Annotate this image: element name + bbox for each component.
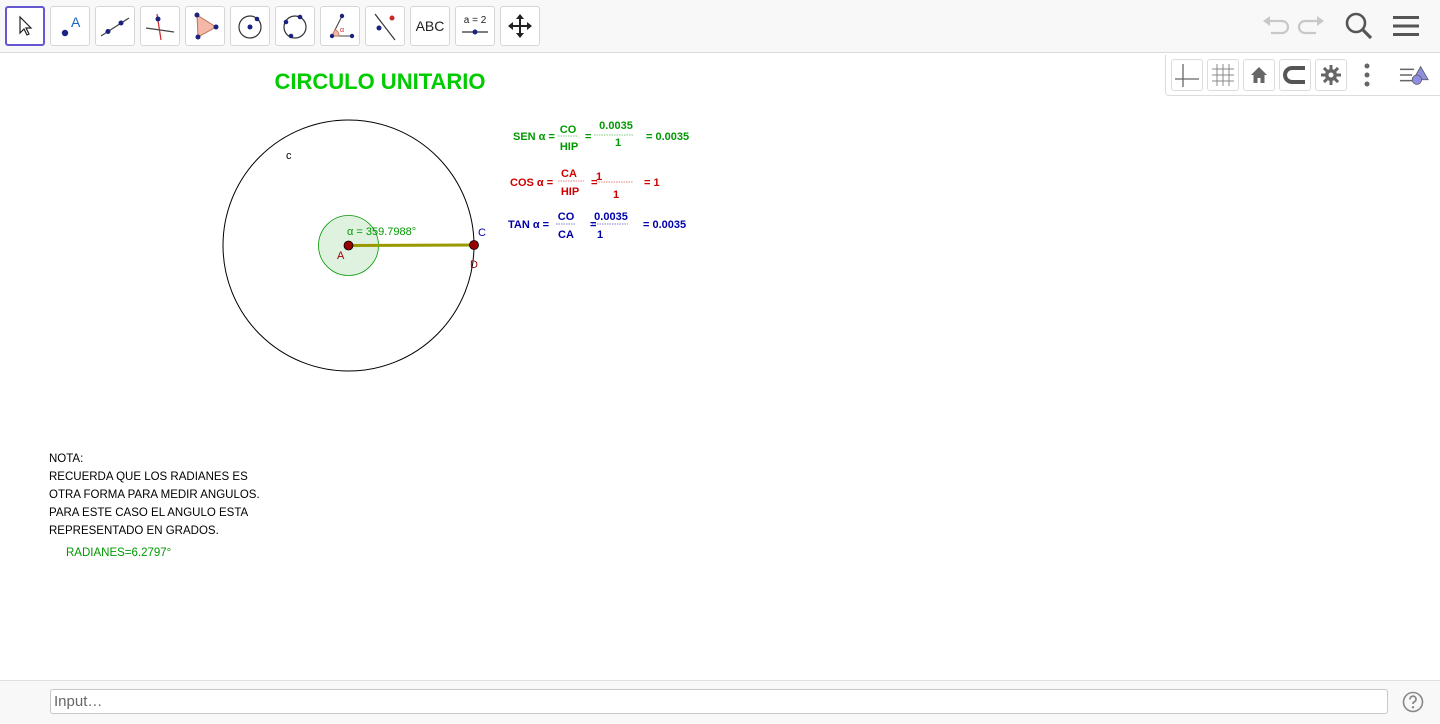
circle-center-point-tool[interactable] bbox=[230, 6, 270, 46]
cos-formula: COS α = CA HIP = 1 1 = 1 bbox=[510, 168, 660, 201]
magnet-icon bbox=[1283, 66, 1305, 84]
tan-val-num: 0.0035 bbox=[594, 211, 628, 223]
grid-icon bbox=[1212, 64, 1234, 86]
svg-text:a = 2: a = 2 bbox=[464, 15, 487, 26]
note-line: OTRA FORMA PARA MEDIR ANGULOS. bbox=[49, 489, 260, 501]
home-icon bbox=[1251, 67, 1267, 83]
help-icon[interactable] bbox=[1402, 691, 1424, 713]
axes-icon bbox=[1175, 64, 1199, 87]
cos-num: CA bbox=[561, 168, 577, 180]
tan-val-den: 1 bbox=[597, 229, 603, 241]
undo-button[interactable] bbox=[1257, 8, 1293, 44]
main-menu-button[interactable] bbox=[1388, 8, 1424, 44]
svg-text:α: α bbox=[340, 27, 344, 34]
redo-icon bbox=[1297, 16, 1324, 35]
reflect-icon bbox=[374, 13, 396, 41]
sen-den: HIP bbox=[560, 141, 578, 153]
style-panel-button[interactable] bbox=[1399, 59, 1431, 91]
sen-result: = 0.0035 bbox=[646, 131, 689, 143]
sen-eq: = bbox=[585, 131, 591, 143]
move-arrows-icon bbox=[508, 14, 532, 38]
toolbar: A α ABC a = 2 bbox=[0, 0, 1440, 53]
angle-tool[interactable]: α bbox=[320, 6, 360, 46]
slider-tool[interactable]: a = 2 bbox=[455, 6, 495, 46]
standard-view-button[interactable] bbox=[1243, 59, 1275, 91]
cos-val-num: 1 bbox=[596, 171, 602, 183]
svg-text:A: A bbox=[71, 14, 81, 30]
slider-icon: a = 2 bbox=[462, 15, 488, 35]
point-c[interactable] bbox=[469, 240, 479, 250]
note-line: RECUERDA QUE LOS RADIANES ES bbox=[49, 471, 248, 483]
search-icon bbox=[1345, 12, 1373, 40]
circle-three-points-tool[interactable] bbox=[275, 6, 315, 46]
redo-button[interactable] bbox=[1294, 8, 1330, 44]
radius-segment[interactable] bbox=[348, 243, 475, 247]
angle-label: α = 359.7988° bbox=[347, 226, 416, 238]
perpendicular-icon bbox=[145, 13, 175, 41]
tan-label: TAN α = bbox=[508, 219, 549, 231]
circle-three-points-icon bbox=[283, 14, 307, 39]
line-icon bbox=[100, 17, 130, 37]
sen-label: SEN α = bbox=[513, 131, 555, 143]
text-tool[interactable]: ABC bbox=[410, 6, 450, 46]
radianes-text: RADIANES=6.2797° bbox=[66, 547, 172, 559]
point-a-label: A bbox=[337, 250, 345, 262]
perpendicular-line-tool[interactable] bbox=[140, 6, 180, 46]
note-line: REPRESENTADO EN GRADOS. bbox=[49, 525, 219, 537]
point-icon: A bbox=[61, 14, 81, 37]
more-options-button[interactable] bbox=[1351, 59, 1383, 91]
axes-toggle-button[interactable] bbox=[1171, 59, 1203, 91]
sen-val-num: 0.0035 bbox=[599, 120, 633, 132]
graphics-style-bar bbox=[1165, 55, 1440, 96]
tan-den: CA bbox=[558, 229, 574, 241]
move-graphics-view-tool[interactable] bbox=[500, 6, 540, 46]
text-tool-label: ABC bbox=[415, 18, 445, 34]
point-tool[interactable]: A bbox=[50, 6, 90, 46]
geogebra-app: A α ABC a = 2 CIRCULO UNITARIO c α = 359… bbox=[0, 0, 1440, 724]
settings-button[interactable] bbox=[1315, 59, 1347, 91]
sen-val-den: 1 bbox=[615, 137, 621, 149]
angle-icon: α bbox=[329, 13, 355, 39]
cos-result: = 1 bbox=[644, 177, 660, 189]
search-button[interactable] bbox=[1341, 8, 1377, 44]
more-icon bbox=[1364, 63, 1370, 87]
tan-result: = 0.0035 bbox=[643, 219, 686, 231]
line-tool[interactable] bbox=[95, 6, 135, 46]
reflect-tool[interactable] bbox=[365, 6, 405, 46]
note-line: NOTA: bbox=[49, 453, 84, 465]
polygon-tool[interactable] bbox=[185, 6, 225, 46]
input-bar bbox=[0, 680, 1440, 724]
canvas-title: CIRCULO UNITARIO bbox=[274, 69, 485, 94]
tan-num: CO bbox=[558, 211, 575, 223]
menu-icon bbox=[1393, 16, 1419, 36]
note-text: NOTA: RECUERDA QUE LOS RADIANES ES OTRA … bbox=[49, 450, 260, 540]
graphics-view[interactable]: CIRCULO UNITARIO c α = 359.7988° A C D S… bbox=[0, 54, 1440, 679]
cursor-arrow-icon bbox=[19, 15, 33, 36]
sen-formula: SEN α = CO HIP = 0.0035 1 = 0.0035 bbox=[513, 120, 689, 153]
style-panel-icon bbox=[1399, 65, 1429, 85]
tan-formula: TAN α = CO CA = 0.0035 1 = 0.0035 bbox=[508, 211, 686, 241]
cos-label: COS α = bbox=[510, 177, 553, 189]
grid-toggle-button[interactable] bbox=[1207, 59, 1239, 91]
point-c-label: C bbox=[478, 227, 486, 239]
move-tool[interactable] bbox=[5, 6, 45, 46]
cos-den: HIP bbox=[561, 186, 579, 198]
graphics-svg: CIRCULO UNITARIO c α = 359.7988° A C D S… bbox=[222, 69, 689, 372]
sen-num: CO bbox=[560, 124, 577, 136]
circle-center-icon bbox=[238, 15, 262, 39]
point-capturing-button[interactable] bbox=[1279, 59, 1311, 91]
note-line: PARA ESTE CASO EL ANGULO ESTA bbox=[49, 507, 249, 519]
circle-label: c bbox=[286, 150, 292, 162]
algebra-input[interactable] bbox=[50, 689, 1388, 714]
point-d-label: D bbox=[470, 259, 478, 271]
undo-icon bbox=[1263, 16, 1290, 35]
point-a[interactable] bbox=[343, 240, 354, 251]
cos-val-den: 1 bbox=[613, 189, 619, 201]
settings-icon bbox=[1321, 65, 1341, 85]
polygon-icon bbox=[194, 12, 219, 40]
